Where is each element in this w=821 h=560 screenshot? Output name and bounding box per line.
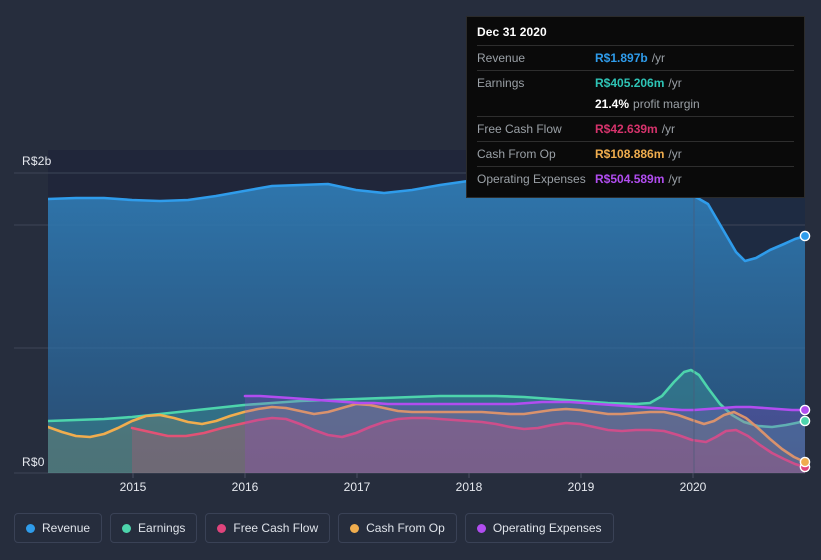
legend-item-label: Cash From Op	[366, 521, 445, 535]
tooltip-row-label: Operating Expenses	[477, 172, 586, 186]
tooltip-row-unit: /yr	[651, 51, 666, 65]
legend-item-free-cash-flow[interactable]: Free Cash Flow	[205, 513, 331, 543]
tooltip-row: Operating Expenses R$504.589m/yr	[477, 166, 794, 191]
x-tick-label-2015: 2015	[119, 480, 147, 494]
tooltip-row-unit: /yr	[661, 122, 676, 136]
tooltip-row-value-wrap: R$42.639m/yr	[595, 120, 675, 138]
tooltip-row-label: Free Cash Flow	[477, 122, 562, 136]
series-group	[48, 174, 805, 473]
tooltip-row-value: R$108.886m	[595, 147, 665, 161]
tooltip-row-label: Earnings	[477, 76, 525, 90]
x-tick-label-2016: 2016	[231, 480, 259, 494]
tooltip-row-value-wrap: R$405.206m/yr	[595, 74, 682, 92]
tooltip-row: Revenue R$1.897b/yr	[477, 45, 794, 70]
x-tick-label-2017: 2017	[343, 480, 371, 494]
x-tick-marks	[132, 473, 694, 478]
tooltip-row-value-wrap: R$108.886m/yr	[595, 145, 682, 163]
tooltip-row: Earnings R$405.206m/yr	[477, 70, 794, 95]
tooltip-profit-margin-value: 21.4%	[595, 97, 630, 111]
x-tick-label-2019: 2019	[567, 480, 595, 494]
legend-color-dot-icon	[122, 523, 132, 533]
legend-color-dot-icon	[476, 523, 486, 533]
legend-item-label: Free Cash Flow	[233, 521, 319, 535]
endpoint-marker-operating-expenses	[799, 404, 811, 416]
tooltip-row: Cash From Op R$108.886m/yr	[477, 141, 794, 166]
tooltip-row-value: R$42.639m	[595, 122, 658, 136]
tooltip-profit-margin-row: 21.4% profit margin	[477, 95, 794, 116]
data-tooltip: Dec 31 2020 Revenue R$1.897b/yr Earnings R$…	[466, 16, 805, 198]
legend-item-cash-from-op[interactable]: Cash From Op	[338, 513, 457, 543]
tooltip-row: Free Cash Flow R$42.639m/yr	[477, 116, 794, 141]
tooltip-row-label: Cash From Op	[477, 147, 556, 161]
financial-chart-panel: R$2b R$0 2015 2016 2017 2018 2019 2020 Dec 31…	[0, 0, 821, 560]
tooltip-title: Dec 31 2020	[477, 25, 547, 39]
tooltip-profit-margin-text: profit margin	[633, 97, 700, 111]
tooltip-rows: Revenue R$1.897b/yr Earnings R$405.206m/yr 2…	[477, 45, 794, 191]
tooltip-row-unit: /yr	[668, 172, 682, 186]
tooltip-row-label: Revenue	[477, 51, 526, 65]
legend-color-dot-icon	[26, 523, 35, 533]
legend-item-earnings[interactable]: Earnings	[110, 513, 198, 543]
legend-item-label: Operating Expenses	[492, 521, 602, 535]
x-tick-label-2020: 2020	[679, 480, 707, 494]
endpoint-marker-earnings	[799, 415, 811, 427]
legend-item-label: Earnings	[138, 521, 186, 535]
tooltip-profit-margin-wrap: 21.4% profit margin	[595, 95, 700, 113]
tooltip-row-unit: /yr	[668, 76, 682, 90]
legend-item-label: Revenue	[42, 521, 91, 535]
endpoint-marker-revenue	[799, 230, 811, 242]
tooltip-row-value: R$405.206m	[595, 76, 665, 90]
tooltip-row-unit: /yr	[668, 147, 682, 161]
tooltip-row-value-wrap: R$504.589m/yr	[595, 170, 682, 188]
tooltip-row-value: R$504.589m	[595, 172, 665, 186]
legend-item-revenue[interactable]: Revenue	[14, 513, 103, 543]
tooltip-row-value-wrap: R$1.897b/yr	[595, 49, 665, 67]
legend-color-dot-icon	[350, 523, 360, 533]
chart-legend: Revenue Earnings Free Cash Flow Cash From O…	[14, 513, 614, 543]
tooltip-row-value: R$1.897b	[595, 51, 648, 65]
legend-item-operating-expenses[interactable]: Operating Expenses	[464, 513, 614, 543]
legend-color-dot-icon	[217, 523, 227, 533]
endpoint-marker-cash-from-op	[799, 456, 811, 468]
x-tick-label-2018: 2018	[455, 480, 483, 494]
